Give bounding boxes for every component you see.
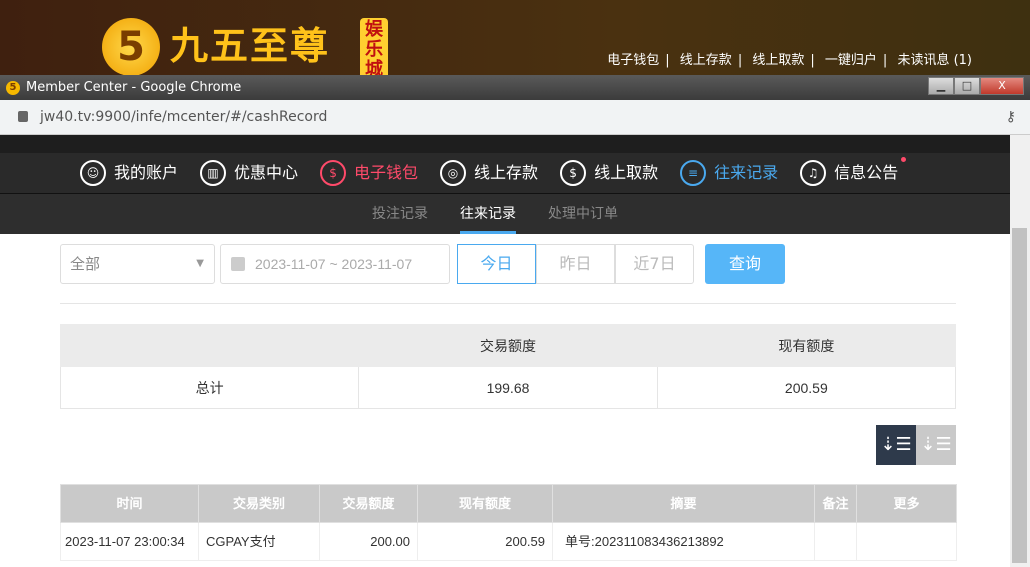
main-nav: ☺ 我的账户 ▥ 优惠中心 $ 电子钱包 ◎ 线上存款 $ 线上取款 ≡ 往来记录 ♫ 信息公… [0,153,1010,194]
nav-deposit[interactable]: ◎ 线上存款 [440,160,538,186]
nav-records[interactable]: ≡ 往来记录 [680,160,778,186]
nav-withdraw[interactable]: $ 线上取款 [560,160,658,186]
divider [60,303,956,304]
summary-header: 交易额度 [358,324,658,367]
last-7-days-button[interactable]: 近7日 [615,244,694,284]
deposit-icon: ◎ [440,160,467,186]
window-title: Member Center - Google Chrome [26,80,242,95]
calendar-icon [231,257,245,271]
date-range-value: 2023-11-07 ~ 2023-11-07 [255,256,413,272]
tab-pending-orders[interactable]: 处理中订单 [532,194,634,234]
record-icon: ≡ [680,160,707,186]
col-type: 交易类别 [198,484,320,523]
type-select[interactable]: 全部 ▼ [60,244,215,284]
summary-transaction-total: 199.68 [358,366,658,409]
tab-cash-records[interactable]: 往来记录 [444,194,532,234]
sort-asc-icon[interactable]: ⇣☰ [916,425,956,465]
type-select-value: 全部 [70,255,101,273]
nav-announcements[interactable]: ♫ 信息公告 [800,157,907,186]
close-button[interactable]: X [980,77,1024,95]
bell-icon: ♫ [800,160,827,186]
nav-label: 信息公告 [834,163,899,182]
nav-wallet[interactable]: $ 电子钱包 [320,160,418,186]
unread-dot [901,157,907,162]
chevron-down-icon: ▼ [196,258,204,269]
summary-header: 现有额度 [656,324,957,367]
sort-desc-icon[interactable]: ⇣☰ [876,425,916,465]
scrollbar-thumb[interactable] [1012,228,1027,563]
browser-window: 5 Member Center - Google Chrome ▁ □ X jw… [0,75,1030,567]
today-button[interactable]: 今日 [457,244,536,284]
col-summary: 摘要 [552,484,815,523]
logo-text: 九五至尊 [170,24,331,68]
nav-label: 优惠中心 [234,163,299,182]
summary-label: 总计 [59,366,360,409]
nav-label: 电子钱包 [354,163,419,182]
nav-label: 我的账户 [114,163,179,182]
wallet-icon: $ [320,160,347,186]
favicon-icon: 5 [6,81,20,95]
withdraw-icon: $ [560,160,587,186]
top-link-withdraw[interactable]: 线上取款 [752,53,804,68]
top-strip [0,135,1010,153]
date-range-input[interactable]: 2023-11-07 ~ 2023-11-07 [220,244,450,284]
summary-table: 交易额度 现有额度 总计 199.68 200.59 [59,324,957,409]
cell-remark [814,522,857,561]
nav-label: 往来记录 [714,163,779,182]
nav-account[interactable]: ☺ 我的账户 [80,160,178,186]
sub-nav: 投注记录 往来记录 处理中订单 [0,194,1010,234]
scrollbar[interactable] [1010,135,1030,567]
summary-balance: 200.59 [656,366,957,409]
url-text[interactable]: jw40.tv:9900/infe/mcenter/#/cashRecord [40,109,327,125]
top-links: 电子钱包 | 线上存款 | 线上取款 | 一键归户 | 未读讯息 (1) [607,53,972,68]
yesterday-button[interactable]: 昨日 [536,244,615,284]
col-amount: 交易额度 [319,484,418,523]
nav-label: 线上取款 [594,163,659,182]
title-bar: 5 Member Center - Google Chrome ▁ □ X [0,75,1030,100]
col-more: 更多 [856,484,957,523]
cell-more[interactable] [856,522,957,561]
cell-balance: 200.59 [417,522,553,561]
col-time: 时间 [60,484,199,523]
page: ☺ 我的账户 ▥ 优惠中心 $ 电子钱包 ◎ 线上存款 $ 线上取款 ≡ 往来记录 ♫ 信息公… [0,135,1010,567]
top-link-messages[interactable]: 未读讯息 (1) [897,53,972,68]
nav-label: 线上存款 [474,163,539,182]
lock-icon [18,111,28,122]
logo-badge: 娱乐城 [360,18,388,80]
cell-amount: 200.00 [319,522,418,561]
cell-summary: 单号:202311083436213892 [552,522,815,561]
table-row: 2023-11-07 23:00:34 CGPAY支付 200.00 200.5… [60,522,957,561]
query-button[interactable]: 查询 [705,244,785,284]
tab-bet-records[interactable]: 投注记录 [356,194,444,234]
top-link-consolidate[interactable]: 一键归户 [825,53,877,68]
top-link-deposit[interactable]: 线上存款 [680,53,732,68]
gift-icon: ▥ [200,160,227,186]
user-icon: ☺ [80,160,106,186]
col-remark: 备注 [814,484,857,523]
address-bar[interactable]: jw40.tv:9900/infe/mcenter/#/cashRecord ⚷ [0,100,1030,135]
records-table: 时间 交易类别 交易额度 现有额度 摘要 备注 更多 2023-11-07 23… [60,484,957,561]
maximize-button[interactable]: □ [954,77,980,95]
top-link-wallet[interactable]: 电子钱包 [607,53,659,68]
summary-header [59,324,360,367]
nav-promotions[interactable]: ▥ 优惠中心 [200,160,298,186]
key-icon[interactable]: ⚷ [1006,100,1016,134]
cell-type: CGPAY支付 [198,522,320,561]
logo-icon: 5 [102,18,160,76]
cell-time: 2023-11-07 23:00:34 [60,522,199,561]
site-header: 5 九五至尊 娱乐城 电子钱包 | 线上存款 | 线上取款 | 一键归户 | 未读讯息 … [0,0,1030,80]
col-balance: 现有额度 [417,484,553,523]
minimize-button[interactable]: ▁ [928,77,954,95]
